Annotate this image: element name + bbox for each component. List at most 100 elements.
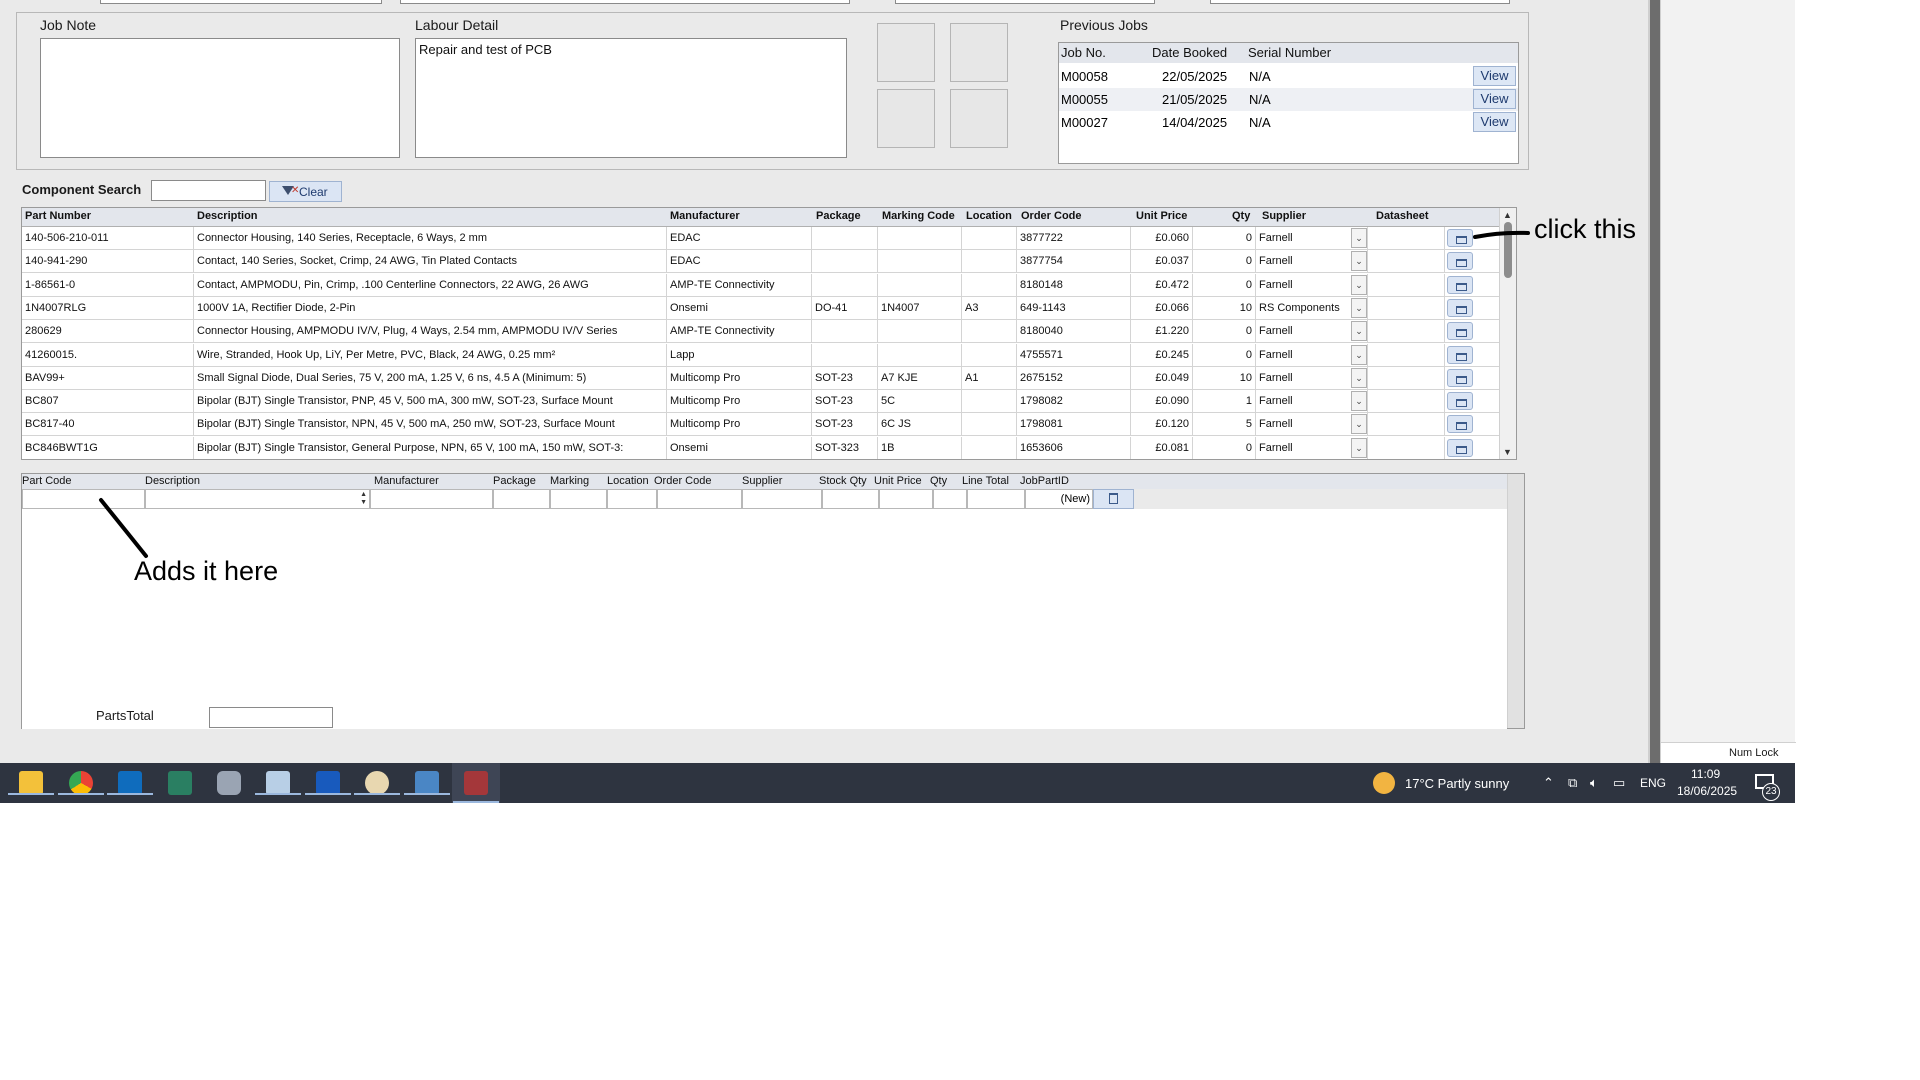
supplier-dropdown-icon[interactable]: ⌄ bbox=[1351, 367, 1367, 388]
component-row[interactable]: BC807 Bipolar (BJT) Single Transistor, PN… bbox=[22, 390, 1502, 414]
cell-price[interactable]: £0.049 bbox=[1131, 366, 1193, 389]
line-total-field[interactable] bbox=[967, 489, 1025, 509]
cell-mfr[interactable]: Onsemi bbox=[667, 436, 812, 459]
cell-price[interactable]: £1.220 bbox=[1131, 320, 1193, 343]
outlook-icon[interactable] bbox=[107, 771, 153, 795]
cell-price[interactable]: £0.472 bbox=[1131, 273, 1193, 296]
supplier-dropdown-icon[interactable]: ⌄ bbox=[1351, 414, 1367, 435]
cell-loc[interactable]: A3 bbox=[962, 296, 1017, 319]
cell-pkg[interactable] bbox=[812, 250, 878, 273]
datasheet-field[interactable] bbox=[1373, 273, 1445, 296]
language-indicator[interactable]: ENG bbox=[1640, 776, 1666, 790]
cell-desc[interactable]: Bipolar (BJT) Single Transistor, PNP, 45… bbox=[194, 390, 667, 413]
combo-spinner-icon[interactable]: ▲ ▼ bbox=[360, 491, 367, 507]
cell-desc[interactable]: Contact, AMPMODU, Pin, Crimp, .100 Cente… bbox=[194, 273, 667, 296]
cell-mark[interactable]: 6C JS bbox=[878, 413, 962, 436]
location-field[interactable] bbox=[607, 489, 657, 509]
cell-price[interactable]: £0.245 bbox=[1131, 343, 1193, 366]
add-to-job-button[interactable] bbox=[1447, 368, 1473, 387]
supplier-dropdown-icon[interactable]: ⌄ bbox=[1351, 297, 1367, 318]
cell-loc[interactable] bbox=[962, 320, 1017, 343]
view-job-button[interactable]: View bbox=[1473, 112, 1516, 132]
top-field-4[interactable] bbox=[1210, 0, 1510, 4]
cell-part[interactable]: 41260015. bbox=[22, 343, 194, 366]
network-icon[interactable]: ⧉ bbox=[1568, 775, 1577, 791]
clear-search-button[interactable]: ✕ Clear bbox=[269, 181, 342, 202]
package-field[interactable] bbox=[493, 489, 550, 509]
cell-qty[interactable]: 0 bbox=[1193, 227, 1256, 249]
cell-loc[interactable] bbox=[962, 273, 1017, 296]
add-to-job-button[interactable] bbox=[1447, 345, 1473, 364]
component-search-input[interactable] bbox=[151, 180, 266, 201]
cell-mfr[interactable]: EDAC bbox=[667, 250, 812, 273]
supplier-dropdown-icon[interactable]: ⌄ bbox=[1351, 251, 1367, 272]
add-to-job-button[interactable] bbox=[1447, 438, 1473, 457]
add-to-job-button[interactable] bbox=[1447, 298, 1473, 317]
cell-pkg[interactable] bbox=[812, 273, 878, 296]
view-job-button[interactable]: View bbox=[1473, 89, 1516, 109]
access-app-tab[interactable] bbox=[452, 763, 500, 803]
supplier-dropdown-icon[interactable]: ⌄ bbox=[1351, 391, 1367, 412]
cell-qty[interactable]: 1 bbox=[1193, 390, 1256, 413]
component-row[interactable]: 1-86561-0 Contact, AMPMODU, Pin, Crimp, .… bbox=[22, 273, 1502, 297]
datasheet-field[interactable] bbox=[1373, 296, 1445, 319]
visio-icon[interactable] bbox=[168, 771, 192, 795]
part-code-field[interactable] bbox=[22, 489, 145, 509]
top-field-1[interactable] bbox=[100, 0, 382, 4]
cell-order[interactable]: 2675152 bbox=[1017, 366, 1131, 389]
add-to-job-button[interactable] bbox=[1447, 392, 1473, 411]
datasheet-field[interactable] bbox=[1373, 413, 1445, 436]
add-to-job-button[interactable] bbox=[1447, 322, 1473, 341]
cell-desc[interactable]: 1000V 1A, Rectifier Diode, 2-Pin bbox=[194, 296, 667, 319]
add-to-job-button[interactable] bbox=[1447, 252, 1473, 271]
cell-mark[interactable] bbox=[878, 273, 962, 296]
cell-loc[interactable]: A1 bbox=[962, 366, 1017, 389]
cell-desc[interactable]: Wire, Stranded, Hook Up, LiY, Per Metre,… bbox=[194, 343, 667, 366]
cell-mark[interactable] bbox=[878, 320, 962, 343]
cell-part[interactable]: 280629 bbox=[22, 320, 194, 343]
cell-qty[interactable]: 10 bbox=[1193, 366, 1256, 389]
cell-part[interactable]: 140-941-290 bbox=[22, 250, 194, 273]
notes-app-icon[interactable] bbox=[255, 771, 301, 795]
add-to-job-button[interactable] bbox=[1447, 275, 1473, 294]
top-field-2[interactable] bbox=[400, 0, 850, 4]
cell-mfr[interactable]: EDAC bbox=[667, 227, 812, 249]
parts-scrollbar[interactable] bbox=[1507, 474, 1524, 728]
cell-price[interactable]: £0.066 bbox=[1131, 296, 1193, 319]
cell-price[interactable]: £0.037 bbox=[1131, 250, 1193, 273]
cell-mfr[interactable]: Onsemi bbox=[667, 296, 812, 319]
camera-icon[interactable] bbox=[217, 771, 241, 795]
cell-price[interactable]: £0.090 bbox=[1131, 390, 1193, 413]
datasheet-field[interactable] bbox=[1373, 436, 1445, 459]
clock-date[interactable]: 18/06/2025 bbox=[1677, 784, 1737, 798]
component-table-scrollbar[interactable]: ▲ ▼ bbox=[1499, 208, 1516, 459]
scroll-up-icon[interactable]: ▲ bbox=[1503, 210, 1512, 220]
datasheet-field[interactable] bbox=[1373, 227, 1445, 249]
supplier-dropdown-icon[interactable]: ⌄ bbox=[1351, 321, 1367, 342]
cell-order[interactable]: 1798082 bbox=[1017, 390, 1131, 413]
cell-loc[interactable] bbox=[962, 250, 1017, 273]
supplier-dropdown-icon[interactable]: ⌄ bbox=[1351, 228, 1367, 248]
delete-part-button[interactable] bbox=[1093, 489, 1134, 509]
cell-mark[interactable]: 5C bbox=[878, 390, 962, 413]
cell-order[interactable]: 8180040 bbox=[1017, 320, 1131, 343]
cell-mark[interactable]: 1N4007 bbox=[878, 296, 962, 319]
cell-pkg[interactable] bbox=[812, 227, 878, 249]
cell-order[interactable]: 649-1143 bbox=[1017, 296, 1131, 319]
scroll-down-icon[interactable]: ▼ bbox=[1503, 447, 1512, 457]
manufacturer-field[interactable] bbox=[370, 489, 493, 509]
chrome-icon[interactable] bbox=[58, 771, 104, 795]
cell-mfr[interactable]: AMP-TE Connectivity bbox=[667, 273, 812, 296]
weather-text[interactable]: 17°C Partly sunny bbox=[1405, 776, 1509, 791]
dymo-connect-icon[interactable] bbox=[404, 771, 450, 795]
cell-desc[interactable]: Bipolar (BJT) Single Transistor, NPN, 45… bbox=[194, 413, 667, 436]
qty-field[interactable] bbox=[933, 489, 967, 509]
cell-mark[interactable] bbox=[878, 227, 962, 249]
top-field-3[interactable] bbox=[895, 0, 1155, 4]
cell-price[interactable]: £0.081 bbox=[1131, 436, 1193, 459]
cell-loc[interactable] bbox=[962, 343, 1017, 366]
cell-loc[interactable] bbox=[962, 413, 1017, 436]
supplier-field[interactable] bbox=[742, 489, 822, 509]
cell-mfr[interactable]: Multicomp Pro bbox=[667, 366, 812, 389]
datasheet-field[interactable] bbox=[1373, 343, 1445, 366]
